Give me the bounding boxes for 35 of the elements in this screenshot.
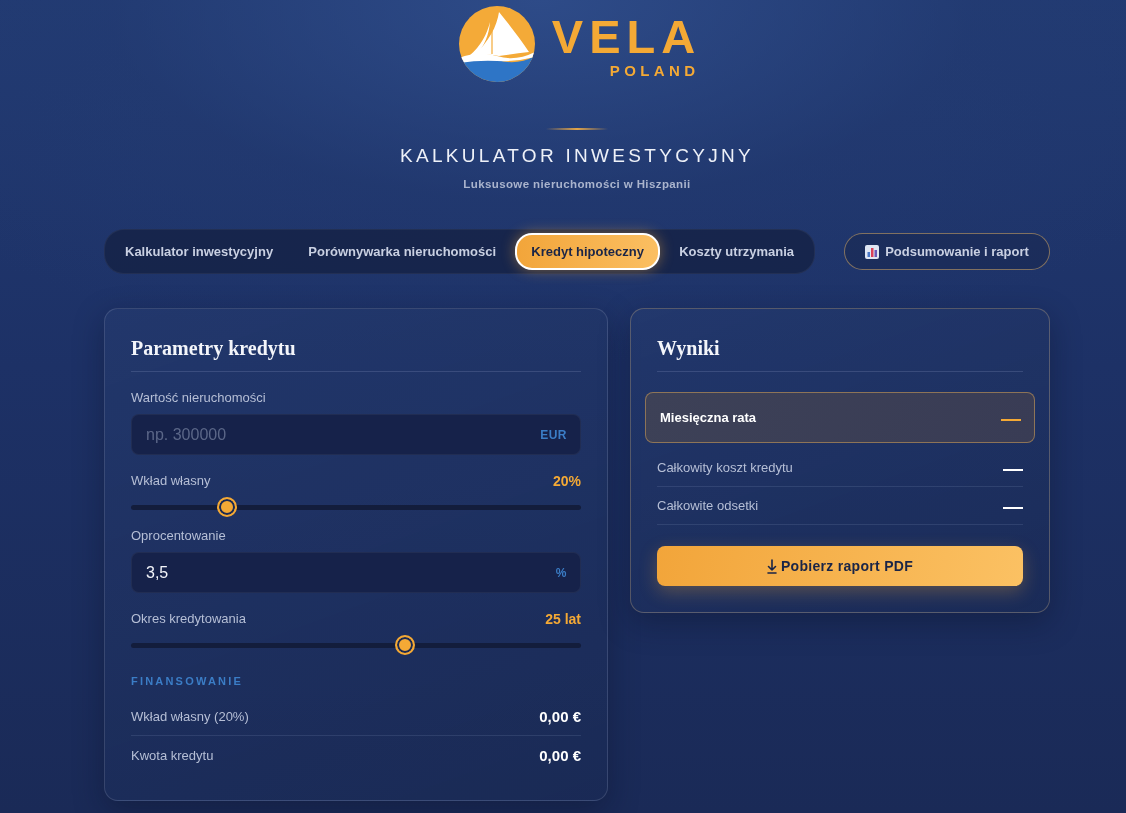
- summary-button[interactable]: Podsumowanie i raport: [844, 233, 1050, 270]
- tab[interactable]: Koszty utrzymania: [663, 233, 810, 270]
- slider-value: 25 lat: [545, 611, 581, 627]
- summary-value: 0,00 €: [539, 708, 581, 725]
- unit-label: EUR: [540, 427, 567, 442]
- field-label: Wkład własny: [131, 473, 211, 489]
- slider-thumb[interactable]: [395, 635, 416, 655]
- brand-name: VELA: [551, 12, 702, 62]
- slider-value: 20%: [552, 473, 581, 489]
- result-value: —: [1003, 495, 1023, 516]
- page-subtitle: Luksusowe nieruchomości w Hiszpanii: [463, 177, 691, 192]
- summary-label: Wkład własny (20%): [131, 709, 249, 724]
- panel-title: Wyniki: [657, 335, 1023, 372]
- result-label: Całkowite odsetki: [657, 498, 759, 513]
- result-label: Miesięczna rata: [660, 410, 757, 425]
- bar-chart-icon: [865, 244, 880, 259]
- slider-thumb[interactable]: [217, 497, 237, 517]
- download-icon: [766, 558, 777, 574]
- download-button[interactable]: Pobierz raport PDF: [657, 546, 1023, 586]
- field-label: Oprocentowanie: [131, 528, 226, 544]
- result-value: —: [1001, 407, 1021, 428]
- tab[interactable]: Kredyt hipoteczny: [515, 233, 660, 270]
- panel-title: Parametry kredytu: [131, 335, 581, 372]
- field-label: Wartość nieruchomości: [131, 390, 266, 406]
- section-heading: FINANSOWANIE: [131, 674, 244, 688]
- page-title: KALKULATOR INWESTYCYJNY: [400, 144, 754, 168]
- tab[interactable]: Porównywarka nieruchomości: [292, 233, 513, 270]
- summary-label: Kwota kredytu: [131, 747, 214, 763]
- result-value: —: [1003, 457, 1023, 478]
- summary-value: 0,00 €: [539, 746, 581, 764]
- unit-label: %: [555, 565, 567, 580]
- result-label: Całkowity koszt kredytu: [657, 460, 793, 475]
- field-label: Okres kredytowania: [131, 611, 246, 627]
- tab[interactable]: Kalkulator inwestycyjny: [109, 233, 290, 270]
- brand-tagline: POLAND: [609, 62, 700, 80]
